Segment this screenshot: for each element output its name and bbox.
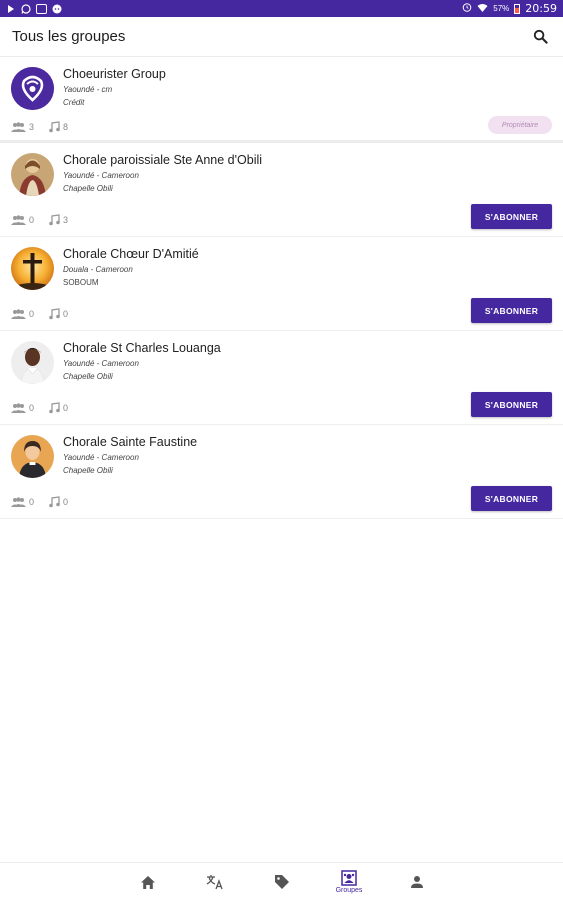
- saint-anne-image-icon: [11, 153, 54, 196]
- group-stats: 3 8: [11, 121, 68, 133]
- songs-stat: 0: [48, 496, 68, 508]
- status-left-icons: [6, 3, 62, 14]
- nav-profile[interactable]: [397, 863, 437, 900]
- music-note-icon: [49, 214, 60, 226]
- group-venue: SOBOUM: [63, 278, 99, 287]
- nav-translate[interactable]: [195, 863, 235, 900]
- group-name: Choeurister Group: [63, 67, 166, 81]
- members-count: 0: [29, 309, 35, 319]
- members-count: 0: [29, 215, 35, 225]
- group-stats: 0 3: [11, 214, 68, 226]
- owner-badge: Propriétaire: [488, 116, 552, 134]
- chat-icon: [52, 4, 62, 14]
- members-icon: [11, 497, 26, 507]
- whatsapp-icon: [21, 3, 31, 14]
- group-card[interactable]: Choeurister Group Yaoundé - cm Crédit 3 …: [0, 57, 563, 143]
- songs-count: 0: [63, 497, 69, 507]
- wifi-icon: [477, 3, 488, 15]
- alarm-icon: [462, 2, 472, 15]
- group-card[interactable]: Chorale paroissiale Ste Anne d'Obili Yao…: [0, 143, 563, 237]
- group-location: Yaoundé - cm: [63, 85, 113, 94]
- songs-count: 3: [63, 215, 69, 225]
- music-note-icon: [49, 496, 60, 508]
- group-name: Chorale paroissiale Ste Anne d'Obili: [63, 153, 263, 167]
- nav-tags[interactable]: [262, 863, 302, 900]
- group-avatar: [11, 435, 54, 478]
- members-count: 3: [29, 122, 35, 132]
- group-venue: Chapelle Obili: [63, 184, 113, 193]
- songs-stat: 0: [48, 308, 68, 320]
- members-icon: [11, 309, 26, 319]
- group-stats: 0 0: [11, 496, 68, 508]
- music-note-icon: [49, 308, 60, 320]
- group-venue: Chapelle Obili: [63, 372, 113, 381]
- subscribe-button[interactable]: S'ABONNER: [471, 392, 552, 417]
- group-avatar: [11, 247, 54, 290]
- group-stats: 0 0: [11, 402, 68, 414]
- app-header: Tous les groupes: [0, 17, 563, 57]
- nav-groups[interactable]: Groupes: [329, 863, 369, 900]
- play-icon: [6, 4, 16, 14]
- music-note-icon: [49, 121, 60, 133]
- members-icon: [11, 403, 26, 413]
- group-name: Chorale Chœur D'Amitié: [63, 247, 199, 261]
- search-button[interactable]: [529, 26, 551, 48]
- songs-stat: 3: [48, 214, 68, 226]
- image-icon: [36, 3, 47, 14]
- tag-icon: [275, 875, 289, 889]
- search-icon: [533, 29, 548, 44]
- group-list: Choeurister Group Yaoundé - cm Crédit 3 …: [0, 57, 563, 519]
- groups-icon: [341, 870, 357, 886]
- group-avatar: [11, 153, 54, 196]
- group-location: Douala - Cameroon: [63, 265, 133, 274]
- page-title: Tous les groupes: [12, 28, 126, 45]
- status-bar: 57% 20:59: [0, 0, 563, 17]
- group-card[interactable]: Chorale Sainte Faustine Yaoundé - Camero…: [0, 425, 563, 519]
- group-card[interactable]: Chorale Chœur D'Amitié Douala - Cameroon…: [0, 237, 563, 331]
- members-stat: 3: [11, 122, 34, 132]
- group-name: Chorale Sainte Faustine: [63, 435, 198, 449]
- battery-icon: [514, 3, 521, 14]
- members-stat: 0: [11, 215, 34, 225]
- group-stats: 0 0: [11, 308, 68, 320]
- members-stat: 0: [11, 309, 34, 319]
- nav-home[interactable]: [128, 863, 168, 900]
- members-count: 0: [29, 403, 35, 413]
- songs-count: 8: [63, 122, 69, 132]
- subscribe-button[interactable]: S'ABONNER: [471, 204, 552, 229]
- group-name: Chorale St Charles Louanga: [63, 341, 221, 355]
- members-stat: 0: [11, 497, 34, 507]
- music-note-icon: [49, 402, 60, 414]
- subscribe-button[interactable]: S'ABONNER: [471, 486, 552, 511]
- songs-stat: 0: [48, 402, 68, 414]
- choeurister-logo-icon: [11, 67, 54, 110]
- person-icon: [411, 876, 423, 888]
- songs-count: 0: [63, 309, 69, 319]
- members-stat: 0: [11, 403, 34, 413]
- group-avatar: [11, 67, 54, 110]
- saint-charles-image-icon: [11, 341, 54, 384]
- translate-icon: [206, 875, 223, 890]
- group-venue: Chapelle Obili: [63, 466, 113, 475]
- members-icon: [11, 215, 26, 225]
- songs-count: 0: [63, 403, 69, 413]
- cross-image-icon: [11, 247, 54, 290]
- group-venue: Crédit: [63, 98, 85, 107]
- group-location: Yaoundé - Cameroon: [63, 453, 139, 462]
- group-location: Yaoundé - Cameroon: [63, 171, 139, 180]
- bottom-nav: Groupes: [0, 862, 563, 900]
- battery-percent: 57%: [493, 4, 510, 13]
- status-time: 20:59: [525, 2, 557, 15]
- saint-faustine-image-icon: [11, 435, 54, 478]
- nav-groups-label: Groupes: [335, 887, 363, 894]
- members-icon: [11, 122, 26, 132]
- group-location: Yaoundé - Cameroon: [63, 359, 139, 368]
- status-right-icons: 57% 20:59: [462, 2, 557, 15]
- members-count: 0: [29, 497, 35, 507]
- songs-stat: 8: [48, 121, 68, 133]
- group-card[interactable]: Chorale St Charles Louanga Yaoundé - Cam…: [0, 331, 563, 425]
- group-avatar: [11, 341, 54, 384]
- home-icon: [141, 875, 155, 889]
- subscribe-button[interactable]: S'ABONNER: [471, 298, 552, 323]
